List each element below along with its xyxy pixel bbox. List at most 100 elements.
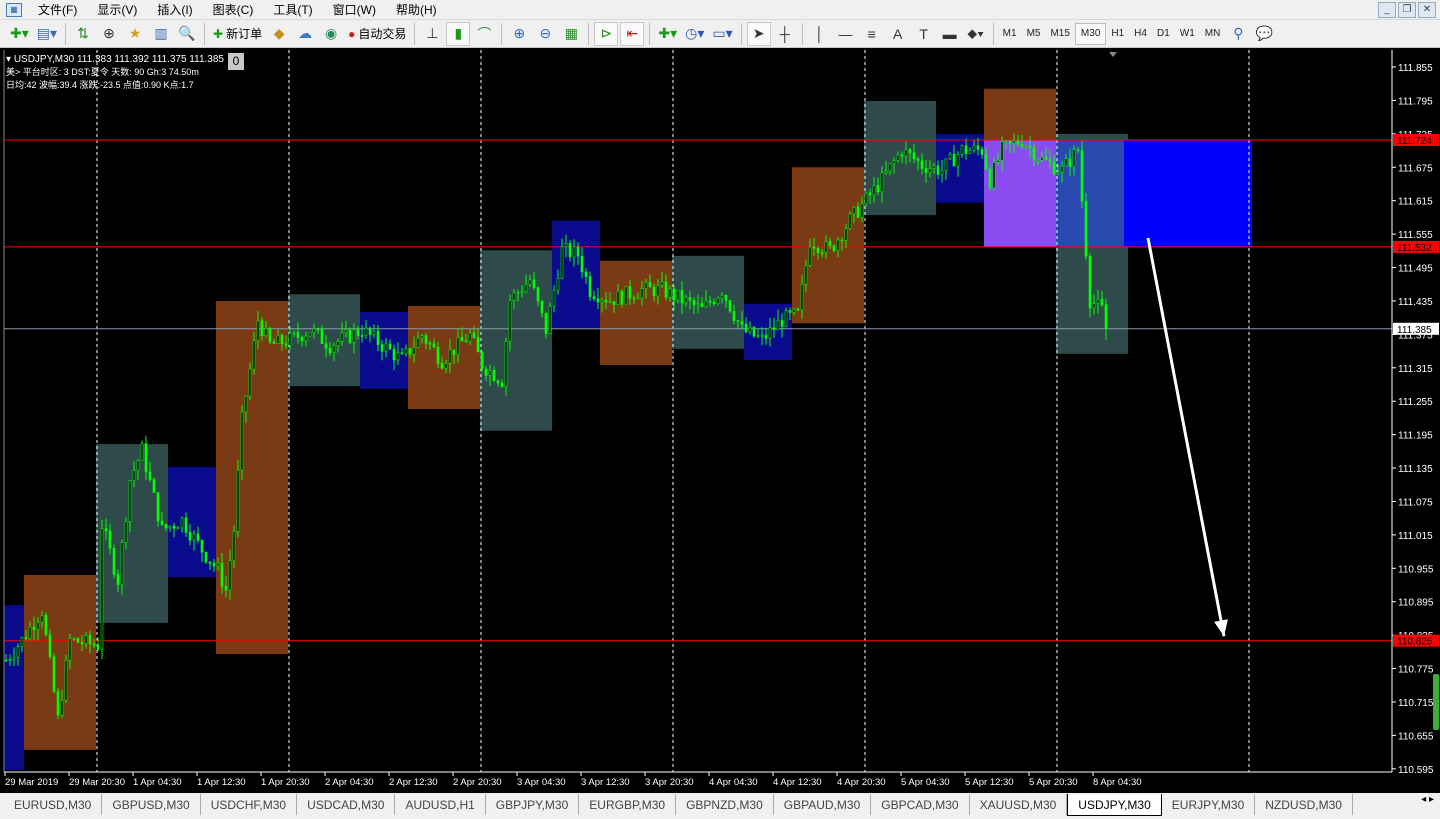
auto-scroll-icon[interactable]: ⊳ bbox=[594, 21, 619, 46]
time-tick-label: 1 Apr 04:30 bbox=[133, 777, 182, 788]
menu-tools[interactable]: 工具(T) bbox=[265, 1, 324, 18]
timeframe-m1[interactable]: M1 bbox=[998, 23, 1022, 45]
candle-body bbox=[736, 320, 740, 323]
arrows-icon[interactable]: ⬥▾ bbox=[964, 22, 988, 46]
text-label-icon[interactable]: T bbox=[912, 22, 936, 46]
candle-body bbox=[436, 346, 440, 364]
tab-usdjpy-m30[interactable]: USDJPY,M30 bbox=[1067, 794, 1162, 816]
new-order-button[interactable]: ✚ 新订单 bbox=[210, 22, 265, 46]
timeframe-h1[interactable]: H1 bbox=[1106, 23, 1129, 45]
close-button[interactable]: ✕ bbox=[1418, 2, 1436, 18]
tab-gbpusd-m30[interactable]: GBPUSD,M30 bbox=[102, 794, 201, 815]
candle-body bbox=[892, 160, 896, 165]
candle-body bbox=[108, 530, 112, 549]
profiles-icon[interactable]: ▤▾ bbox=[34, 22, 60, 46]
tab-nzdusd-m30[interactable]: NZDUSD,M30 bbox=[1255, 794, 1353, 815]
minimize-button[interactable]: _ bbox=[1378, 2, 1396, 18]
candle-body bbox=[488, 370, 492, 376]
timeframe-w1[interactable]: W1 bbox=[1175, 23, 1200, 45]
timeframe-m5[interactable]: M5 bbox=[1022, 23, 1046, 45]
chart-shift-icon[interactable]: ⇤ bbox=[620, 21, 645, 46]
timeframe-m15[interactable]: M15 bbox=[1045, 23, 1074, 45]
tab-eurusd-m30[interactable]: EURUSD,M30 bbox=[4, 794, 103, 815]
text-icon[interactable]: A bbox=[886, 22, 910, 46]
menu-window[interactable]: 窗口(W) bbox=[325, 1, 388, 18]
price-tick-label: 111.795 bbox=[1398, 96, 1433, 107]
horizontal-line-icon[interactable]: — bbox=[834, 22, 858, 46]
tab-eurgbp-m30[interactable]: EURGBP,M30 bbox=[579, 794, 677, 815]
candle-body bbox=[696, 303, 700, 306]
vertical-line-icon[interactable]: │ bbox=[808, 22, 832, 46]
candle-body bbox=[1028, 146, 1032, 149]
line-chart-icon[interactable]: ⌒ bbox=[472, 22, 496, 46]
bar-chart-icon[interactable]: ⊥ bbox=[420, 22, 444, 46]
menu-view[interactable]: 显示(V) bbox=[89, 1, 149, 18]
rectangle-icon[interactable]: ▬ bbox=[938, 22, 962, 46]
strategy-tester-icon[interactable]: 🔍 bbox=[175, 22, 199, 46]
chart-info: ▾ USDJPY,M30 111.383 111.392 111.375 111… bbox=[6, 53, 224, 92]
candlestick-icon[interactable]: ▮ bbox=[446, 21, 471, 46]
community-icon[interactable]: ☁ bbox=[293, 22, 317, 46]
candle-body bbox=[84, 635, 88, 645]
candle-body bbox=[200, 539, 204, 553]
tab-usdchf-m30[interactable]: USDCHF,M30 bbox=[201, 794, 298, 815]
tab-audusd-h1[interactable]: AUDUSD,H1 bbox=[395, 794, 486, 815]
tab-xauusd-m30[interactable]: XAUUSD,M30 bbox=[970, 794, 1068, 815]
candle-body bbox=[572, 246, 576, 258]
templates-icon[interactable]: ▭▾ bbox=[709, 22, 735, 46]
separator bbox=[801, 22, 803, 45]
tab-gbpaud-m30[interactable]: GBPAUD,M30 bbox=[774, 794, 872, 815]
search-icon[interactable]: ⚲ bbox=[1226, 22, 1250, 46]
auto-trading-button[interactable]: ● 自动交易 bbox=[345, 22, 409, 46]
price-tick-label: 111.435 bbox=[1398, 297, 1433, 308]
timeframe-mn[interactable]: MN bbox=[1200, 23, 1226, 45]
crosshair-icon[interactable]: ┼ bbox=[773, 22, 797, 46]
candle-body bbox=[968, 149, 972, 154]
chat-icon[interactable]: 💬 bbox=[1252, 22, 1276, 46]
menu-help[interactable]: 帮助(H) bbox=[388, 1, 449, 18]
price-chart[interactable]: 111.855111.795111.735111.675111.615111.5… bbox=[0, 48, 1440, 793]
tab-gbpcad-m30[interactable]: GBPCAD,M30 bbox=[871, 794, 970, 815]
tile-windows-icon[interactable]: ▦ bbox=[559, 22, 583, 46]
favorites-icon[interactable]: ★ bbox=[123, 22, 147, 46]
menu-file[interactable]: 文件(F) bbox=[30, 1, 89, 18]
timeframe-d1[interactable]: D1 bbox=[1152, 23, 1175, 45]
candle-body bbox=[268, 328, 272, 343]
indicators-icon[interactable]: ✚▾ bbox=[655, 22, 680, 46]
chart-canvas[interactable]: 111.855111.795111.735111.675111.615111.5… bbox=[0, 50, 1440, 793]
candle-body bbox=[464, 340, 468, 343]
menu-insert[interactable]: 插入(I) bbox=[149, 1, 204, 18]
zoom-out-icon[interactable]: ⊖ bbox=[533, 22, 557, 46]
tab-usdcad-m30[interactable]: USDCAD,M30 bbox=[297, 794, 396, 815]
signals-icon[interactable]: ◉ bbox=[319, 22, 343, 46]
market-watch-icon[interactable]: ⇅ bbox=[71, 22, 95, 46]
candle-body bbox=[884, 170, 888, 174]
timeframe-m30[interactable]: M30 bbox=[1074, 22, 1107, 45]
terminal-icon[interactable]: ▥ bbox=[149, 22, 173, 46]
candle-body bbox=[264, 328, 268, 337]
metaeditor-icon[interactable]: ◆ bbox=[267, 22, 291, 46]
menu-charts[interactable]: 图表(C) bbox=[205, 1, 266, 18]
zoom-in-icon[interactable]: ⊕ bbox=[507, 22, 531, 46]
candle-body bbox=[300, 337, 304, 342]
tab-gbpnzd-m30[interactable]: GBPNZD,M30 bbox=[676, 794, 774, 815]
chart-shift-marker-icon bbox=[1109, 52, 1117, 57]
new-chart-icon[interactable]: ✚▾ bbox=[7, 22, 32, 46]
tab-eurjpy-m30[interactable]: EURJPY,M30 bbox=[1162, 794, 1256, 815]
periods-icon[interactable]: ◷▾ bbox=[682, 22, 707, 46]
candle-body bbox=[652, 286, 656, 297]
tab-scroll-arrows[interactable]: ◂ ▸ bbox=[1415, 794, 1440, 805]
candle-body bbox=[924, 168, 928, 174]
one-click-badge[interactable]: 0 bbox=[228, 53, 244, 70]
timeframe-h4[interactable]: H4 bbox=[1129, 23, 1152, 45]
cursor-icon[interactable]: ➤ bbox=[746, 21, 771, 46]
restore-button[interactable]: ❐ bbox=[1398, 2, 1416, 18]
tab-gbpjpy-m30[interactable]: GBPJPY,M30 bbox=[486, 794, 580, 815]
time-tick-label: 3 Apr 04:30 bbox=[517, 777, 566, 788]
fibonacci-icon[interactable]: ≡ bbox=[860, 22, 884, 46]
navigator-icon[interactable]: ⊕ bbox=[97, 22, 121, 46]
price-tick-label: 111.195 bbox=[1398, 431, 1433, 442]
candle-body bbox=[540, 300, 544, 314]
candle-body bbox=[628, 286, 632, 299]
candle-body bbox=[996, 160, 1000, 163]
